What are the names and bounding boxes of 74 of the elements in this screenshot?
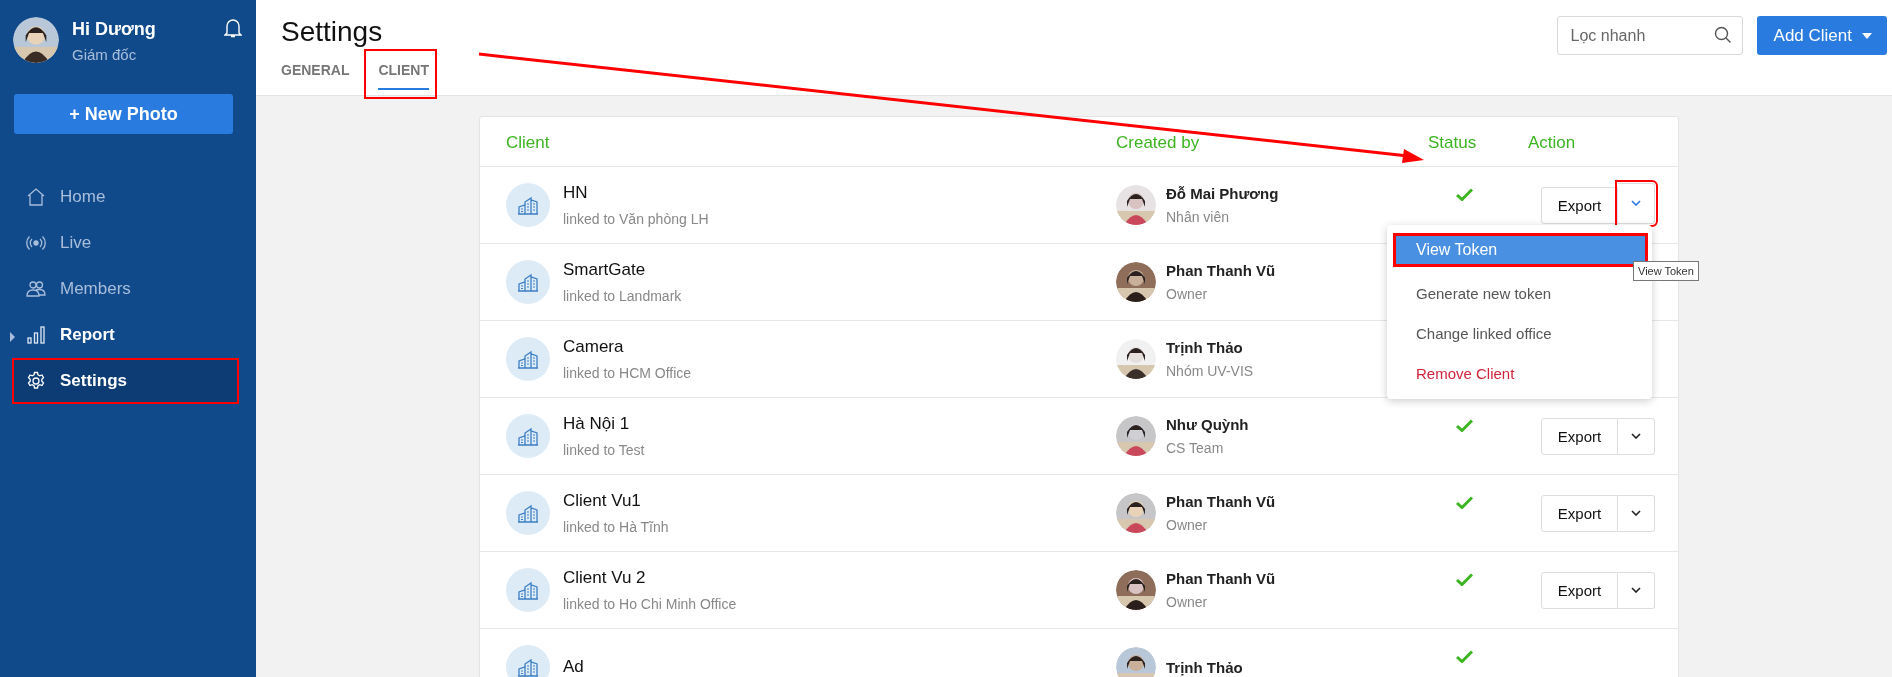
client-name: Hà Nội 1 bbox=[563, 414, 631, 434]
creator-role: Owner bbox=[1166, 286, 1209, 302]
home-icon bbox=[26, 187, 46, 207]
search-icon bbox=[1713, 26, 1732, 44]
dropdown-button[interactable] bbox=[1618, 182, 1655, 224]
linked-office: linked to Ho Chi Minh Office bbox=[563, 596, 737, 612]
client-name: Ad bbox=[563, 657, 584, 677]
building-icon bbox=[517, 580, 539, 600]
creator-role: Owner bbox=[1166, 517, 1209, 533]
people-icon bbox=[26, 279, 46, 299]
creator-name: Như Quỳnh bbox=[1166, 416, 1249, 433]
sidebar-item[interactable]: Settings bbox=[12, 358, 239, 404]
creator-name: Trịnh Thảo bbox=[1166, 339, 1244, 356]
sidebar-item[interactable]: Report bbox=[12, 312, 239, 358]
sidebar-item[interactable]: Members bbox=[12, 266, 239, 312]
new-photo-button[interactable]: + New Photo bbox=[14, 94, 233, 134]
sidebar-item[interactable]: Live bbox=[12, 220, 239, 266]
creator-role: Nhóm UV-VIS bbox=[1166, 363, 1254, 379]
tab[interactable]: GENERAL bbox=[267, 49, 358, 99]
bell-icon[interactable] bbox=[224, 18, 242, 38]
linked-office: linked to HCM Office bbox=[563, 365, 692, 381]
add-client-button[interactable]: Add Client bbox=[1756, 16, 1887, 55]
creator-name: Đỗ Mai Phương bbox=[1166, 185, 1279, 202]
linked-office: linked to Văn phòng LH bbox=[563, 211, 709, 227]
chevron-down-icon bbox=[1631, 510, 1641, 516]
client-name: Camera bbox=[563, 337, 625, 357]
client-name: Client Vu 2 bbox=[563, 568, 647, 588]
menu-item[interactable]: Change linked office bbox=[1387, 313, 1652, 353]
column-header: Created by bbox=[1116, 132, 1201, 153]
column-header: Action bbox=[1528, 132, 1577, 153]
chevron-down-icon bbox=[1631, 200, 1641, 206]
search-field[interactable]: Lọc nhanh bbox=[1556, 16, 1743, 55]
building-icon bbox=[517, 272, 539, 292]
creator-name: Trịnh Thảo bbox=[1166, 658, 1243, 676]
creator-role: CS Team bbox=[1166, 440, 1225, 456]
menu-item[interactable]: View Token bbox=[1393, 233, 1648, 267]
building-icon bbox=[517, 426, 539, 446]
chevron-down-icon bbox=[1631, 587, 1641, 593]
creator-name: Phan Thanh Vũ bbox=[1166, 570, 1276, 587]
client-name: HN bbox=[563, 183, 589, 203]
page-title: Settings bbox=[281, 16, 384, 48]
menu-item[interactable]: Remove Client bbox=[1387, 353, 1652, 393]
client-name: Client Vu1 bbox=[563, 491, 642, 511]
building-icon bbox=[517, 503, 539, 523]
dropdown-button[interactable] bbox=[1618, 494, 1655, 532]
user-name: Hi Dương bbox=[72, 19, 157, 40]
creator-role: Owner bbox=[1166, 594, 1209, 610]
tab[interactable]: CLIENT bbox=[364, 49, 437, 99]
column-header: Client bbox=[506, 132, 551, 153]
settings-icon bbox=[26, 371, 46, 391]
linked-office: linked to Hà Tĩnh bbox=[563, 519, 669, 535]
caret-icon bbox=[1862, 32, 1872, 39]
linked-office: linked to Landmark bbox=[563, 288, 682, 304]
export-button[interactable]: Export bbox=[1541, 571, 1618, 609]
client-name: SmartGate bbox=[563, 260, 647, 280]
dropdown-button[interactable] bbox=[1618, 571, 1655, 609]
export-button[interactable]: Export bbox=[1541, 186, 1618, 224]
bar-chart-icon bbox=[26, 325, 46, 345]
column-header: Status bbox=[1428, 132, 1478, 153]
user-role: Giám đốc bbox=[72, 46, 138, 63]
building-icon bbox=[517, 195, 539, 215]
broadcast-icon bbox=[26, 233, 46, 253]
creator-role: Nhân viên bbox=[1166, 209, 1231, 225]
tooltip: View Token bbox=[1633, 261, 1699, 281]
linked-office: linked to Test bbox=[563, 442, 645, 458]
creator-name: Phan Thanh Vũ bbox=[1166, 262, 1276, 279]
export-button[interactable]: Export bbox=[1541, 494, 1618, 532]
chevron-down-icon bbox=[1631, 433, 1641, 439]
building-icon bbox=[517, 349, 539, 369]
export-button[interactable]: Export bbox=[1541, 417, 1618, 455]
creator-name: Phan Thanh Vũ bbox=[1166, 493, 1276, 510]
building-icon bbox=[517, 657, 539, 677]
sidebar-item[interactable]: Home bbox=[12, 174, 239, 220]
dropdown-button[interactable] bbox=[1618, 417, 1655, 455]
